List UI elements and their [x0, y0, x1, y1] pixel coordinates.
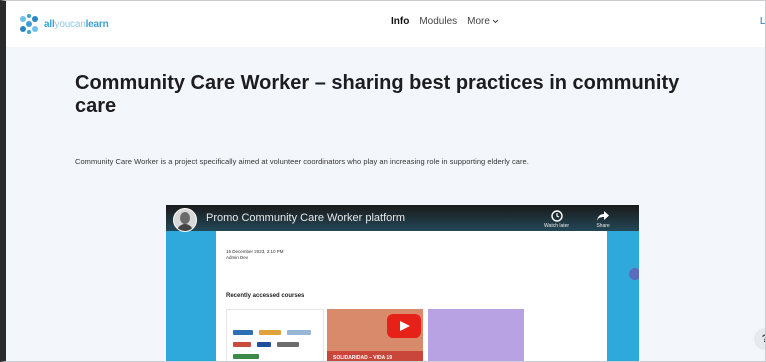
primary-nav: Info Modules More	[391, 16, 499, 27]
inner-course-card	[226, 309, 324, 361]
site-logo[interactable]: allyoucanlearn	[18, 13, 109, 35]
video-player[interactable]: 15 December 2023, 3:10 PM Admin Dev Rece…	[166, 205, 639, 361]
page-title: Community Care Worker – sharing best pra…	[75, 72, 680, 117]
chevron-down-icon	[492, 19, 499, 24]
video-inner-page: 15 December 2023, 3:10 PM Admin Dev Rece…	[216, 231, 607, 361]
watch-later-button[interactable]: Watch later	[544, 210, 569, 229]
main-content: Community Care Worker – sharing best pra…	[6, 47, 765, 361]
watch-later-label: Watch later	[544, 223, 570, 229]
nav-item-more[interactable]: More	[467, 16, 499, 27]
play-button[interactable]	[387, 314, 421, 338]
logo-wordmark: allyoucanlearn	[44, 18, 109, 30]
browser-frame: allyoucanlearn Info Modules More Lo Comm…	[0, 0, 766, 362]
side-avatar	[629, 268, 639, 280]
video-title[interactable]: Promo Community Care Worker platform	[206, 212, 405, 224]
inner-author: Admin Dev	[226, 255, 249, 260]
inner-meta: 15 December 2023, 3:10 PM Admin Dev	[226, 243, 284, 261]
share-label: Share	[596, 223, 610, 229]
card-overlay: SOLIDARIDAD – VIDA 19	[327, 351, 423, 361]
top-navbar: allyoucanlearn Info Modules More Lo	[6, 1, 765, 48]
nav-item-more-label: More	[467, 16, 490, 27]
page-description: Community Care Worker is a project speci…	[75, 157, 529, 166]
inner-recent-heading: Recently accessed courses	[226, 293, 305, 299]
logo-icon	[20, 14, 38, 34]
nav-item-modules[interactable]: Modules	[419, 16, 457, 27]
video-side-panel	[607, 231, 639, 361]
card-overlay-text: SOLIDARIDAD – VIDA 19	[333, 355, 392, 361]
partner-logos	[233, 330, 319, 361]
inner-course-card	[428, 309, 524, 361]
video-topbar: Promo Community Care Worker platform Wat…	[166, 205, 639, 232]
login-link[interactable]: Lo	[760, 16, 765, 27]
clock-icon	[550, 210, 563, 222]
share-button[interactable]: Share	[596, 210, 610, 229]
channel-avatar[interactable]	[173, 208, 197, 232]
nav-item-info[interactable]: Info	[391, 16, 409, 27]
share-arrow-icon	[597, 211, 609, 221]
